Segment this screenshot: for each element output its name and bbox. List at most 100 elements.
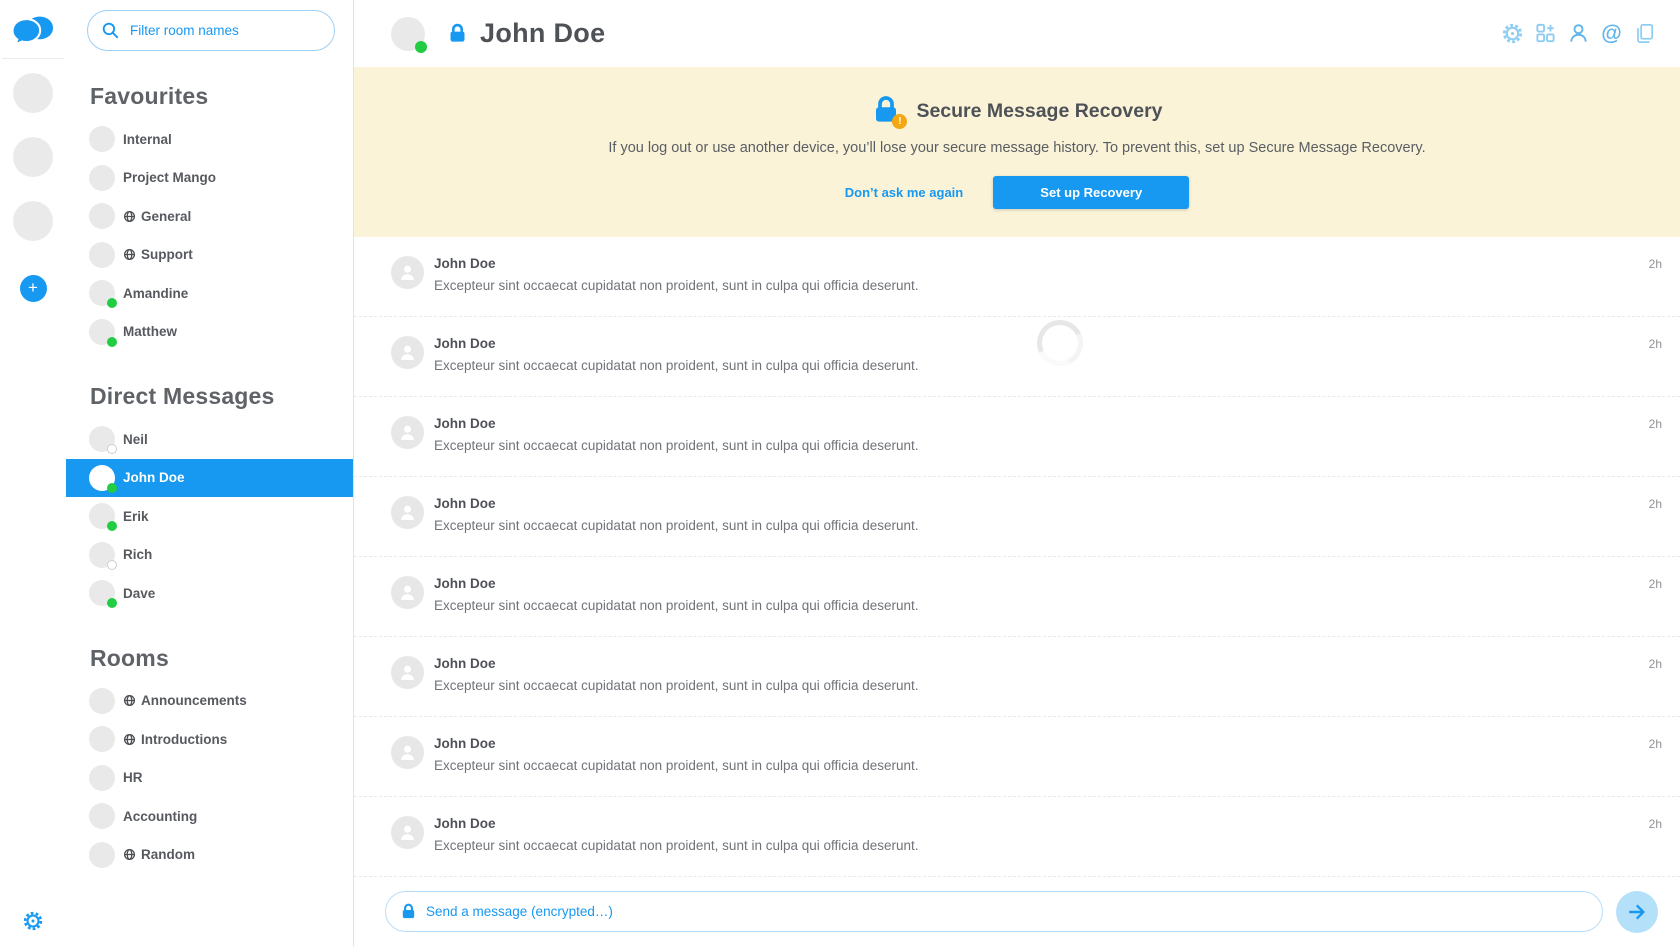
room-label: HR (123, 770, 143, 785)
message-row: John Doe Excepteur sint occaecat cupidata… (354, 557, 1680, 637)
sidebar-item-john-doe[interactable]: John Doe (66, 459, 353, 498)
chat-title: John Doe (480, 18, 605, 49)
message-avatar-person-icon (391, 736, 424, 769)
message-row: John DoeExcepteur sint occaecat cupidata… (354, 637, 1680, 717)
message-avatar-person-icon (391, 256, 424, 289)
sidebar-item-matthew[interactable]: Matthew (66, 313, 353, 352)
encrypted-lock-icon (400, 903, 417, 920)
integrations-icon[interactable] (1532, 20, 1559, 47)
room-label: Support (141, 247, 193, 262)
dont-ask-again-link[interactable]: Don’t ask me again (845, 185, 963, 200)
room-filter-input[interactable] (130, 23, 321, 38)
message-text: Excepteur sint occaecat cupidatat non pr… (434, 438, 1649, 453)
sidebar-item-neil[interactable]: Neil (66, 420, 353, 459)
message-avatar-person-icon (391, 496, 424, 529)
message-text: Excepteur sint occaecat cupidatat non pr… (434, 678, 1649, 693)
message-timestamp: 2h (1649, 576, 1662, 591)
message-timestamp: 2h (1649, 256, 1662, 271)
room-avatar (89, 242, 115, 268)
message-timestamp: 2h (1649, 736, 1662, 751)
space-avatar[interactable] (13, 73, 53, 113)
sidebar-item-amandine[interactable]: Amandine (66, 274, 353, 313)
presence-online-dot (107, 521, 117, 531)
room-label: Accounting (123, 809, 197, 824)
sidebar-item-support[interactable]: Support (66, 236, 353, 275)
send-button[interactable] (1616, 891, 1658, 933)
public-room-globe-icon (123, 694, 136, 707)
sidebar-item-rich[interactable]: Rich (66, 536, 353, 575)
banner-title: Secure Message Recovery (916, 100, 1162, 123)
room-avatar (89, 688, 115, 714)
settings-icon[interactable] (1499, 20, 1526, 47)
room-label: Neil (123, 432, 148, 447)
message-timestamp: 2h (1649, 336, 1662, 351)
room-label: Rich (123, 547, 152, 562)
message-text: Excepteur sint occaecat cupidatat non pr… (434, 598, 1649, 613)
members-icon[interactable] (1565, 20, 1592, 47)
message-sender: John Doe (434, 496, 1649, 511)
search-icon (101, 21, 120, 40)
presence-online-dot (107, 598, 117, 608)
message-row: John Doe Excepteur sint occaecat cupidata… (354, 397, 1680, 477)
public-room-globe-icon (123, 848, 136, 861)
message-text: Excepteur sint occaecat cupidatat non pr… (434, 278, 1649, 293)
set-up-recovery-button[interactable]: Set up Recovery (993, 176, 1189, 209)
message-row: John DoeExcepteur sint occaecat cupidata… (354, 237, 1680, 317)
lock-warning-icon: ! (871, 95, 901, 127)
settings-gear-icon[interactable] (22, 910, 44, 932)
add-space-button[interactable]: + (20, 275, 47, 302)
sidebar-item-random[interactable]: Random (66, 836, 353, 875)
files-icon[interactable] (1631, 20, 1658, 47)
message-sender: John Doe (434, 816, 1649, 831)
space-avatar[interactable] (13, 201, 53, 241)
banner-body-text: If you log out or use another device, yo… (608, 140, 1425, 156)
room-avatar (89, 165, 115, 191)
message-avatar-person-icon (391, 816, 424, 849)
user-avatar (89, 426, 115, 452)
message-input[interactable] (426, 904, 1588, 919)
sidebar-item-general[interactable]: General (66, 197, 353, 236)
room-label: General (141, 209, 191, 224)
section-title-rooms: Rooms (90, 645, 353, 672)
message-avatar-person-icon (391, 336, 424, 369)
user-avatar (89, 280, 115, 306)
room-label: Internal (123, 132, 172, 147)
message-avatar-person-icon (391, 576, 424, 609)
sidebar-item-erik[interactable]: Erik (66, 497, 353, 536)
message-sender: John Doe (434, 416, 1649, 431)
message-row: John DoeExcepteur sint occaecat cupidata… (354, 717, 1680, 797)
space-avatar[interactable] (13, 137, 53, 177)
room-label: Random (141, 847, 195, 862)
message-sender: John Doe (434, 736, 1649, 751)
room-label: Erik (123, 509, 149, 524)
sidebar-item-announcements[interactable]: Announcements (66, 682, 353, 721)
sidebar-item-introductions[interactable]: Introductions (66, 720, 353, 759)
sidebar-item-hr[interactable]: HR (66, 759, 353, 798)
room-avatar (89, 726, 115, 752)
sidebar-item-dave[interactable]: Dave (66, 574, 353, 613)
room-label: Amandine (123, 286, 188, 301)
presence-online-dot (107, 337, 117, 347)
room-avatar (89, 203, 115, 229)
message-row: John DoeExcepteur sint occaecat cupidata… (354, 317, 1680, 397)
room-label: Announcements (141, 693, 247, 708)
chat-main: John Doe @ ! Secure Message Recovery If … (354, 0, 1680, 946)
room-avatar (89, 803, 115, 829)
presence-online-dot (107, 483, 117, 493)
encrypted-lock-icon (447, 23, 468, 44)
sidebar-item-internal[interactable]: Internal (66, 120, 353, 159)
mentions-icon[interactable]: @ (1598, 20, 1625, 47)
room-filter-box (87, 10, 335, 51)
message-avatar-person-icon (391, 656, 424, 689)
public-room-globe-icon (123, 733, 136, 746)
presence-offline-dot (107, 444, 117, 454)
sidebar-item-accounting[interactable]: Accounting (66, 797, 353, 836)
message-timeline[interactable]: John Doe Excepteur sint occaecat cupidata… (354, 237, 1680, 877)
message-text: Excepteur sint occaecat cupidatat non pr… (434, 518, 1649, 533)
chat-header-avatar (391, 17, 425, 51)
composer-bar (354, 877, 1680, 946)
message-sender: John Doe (434, 576, 1649, 591)
public-room-globe-icon (123, 210, 136, 223)
sidebar-item-project-mango[interactable]: Project Mango (66, 159, 353, 198)
message-row: John Doe Excepteur sint occaecat cupidata… (354, 477, 1680, 557)
